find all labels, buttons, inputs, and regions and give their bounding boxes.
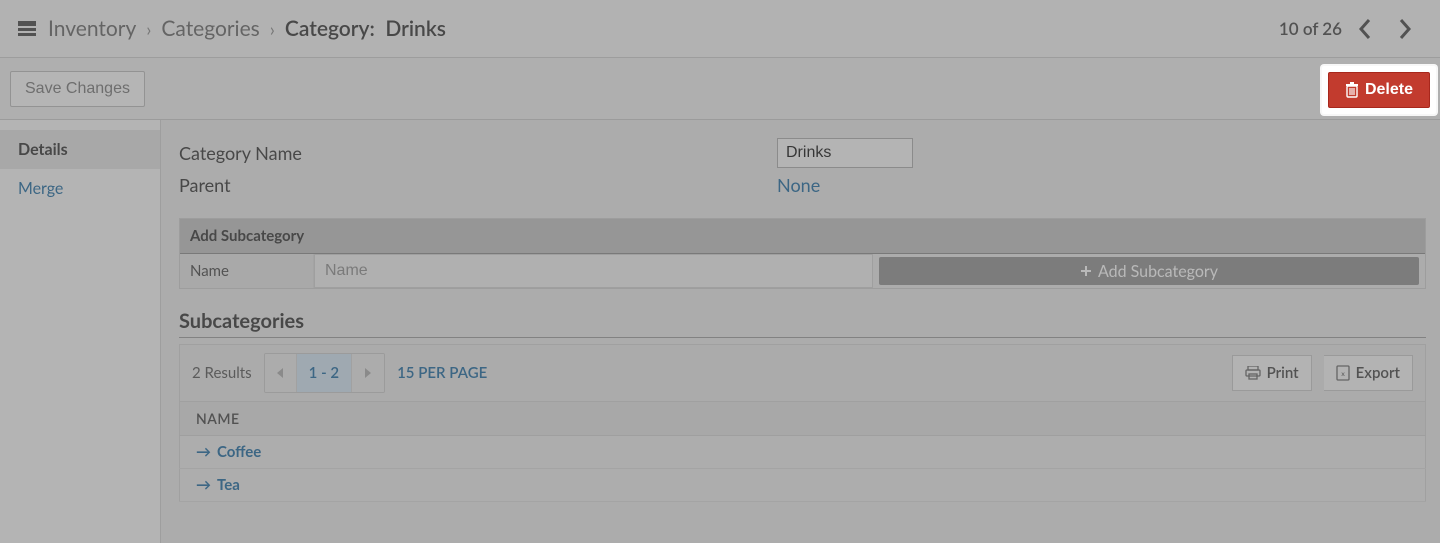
subcategory-name: Tea: [217, 476, 240, 494]
category-name-input[interactable]: [777, 138, 913, 168]
next-record-button[interactable]: [1388, 12, 1422, 46]
column-name[interactable]: NAME: [180, 402, 1426, 436]
breadcrumb-current-prefix: Category:: [285, 16, 375, 41]
prev-record-button[interactable]: [1348, 12, 1382, 46]
subcategory-name: Coffee: [217, 443, 261, 461]
content-pane: Category Name Parent None Add Subcategor…: [161, 120, 1440, 543]
chevron-right-icon: ›: [146, 18, 151, 40]
sidebar: Details Merge: [0, 120, 161, 543]
delete-highlight: Delete: [1322, 66, 1436, 114]
breadcrumb-item[interactable]: Categories: [161, 16, 259, 41]
export-icon: x: [1336, 365, 1350, 381]
chevron-right-icon: ›: [270, 18, 275, 40]
svg-text:x: x: [1341, 370, 1345, 378]
app-icon: [18, 20, 36, 38]
subcategories-heading: Subcategories: [179, 309, 1426, 338]
print-button[interactable]: Print: [1232, 355, 1312, 391]
export-label: Export: [1356, 364, 1400, 382]
pager-next[interactable]: [352, 354, 384, 392]
plus-icon: [1080, 265, 1092, 277]
add-subcategory-panel: Add Subcategory Name Add Subcategory: [179, 218, 1426, 289]
action-bar: Save Changes Delete: [0, 58, 1440, 120]
subcategory-link[interactable]: → Tea: [196, 476, 1409, 494]
delete-button[interactable]: Delete: [1328, 72, 1430, 108]
field-parent: Parent None: [179, 174, 1426, 196]
table-row: → Tea: [180, 469, 1426, 502]
arrow-right-icon: →: [196, 443, 211, 461]
subcategory-name-label: Name: [180, 254, 314, 288]
field-category-name: Category Name: [179, 138, 1426, 168]
breadcrumb-bar: Inventory › Categories › Category: Drink…: [0, 0, 1440, 58]
subcategory-table: NAME → Coffee → Tea: [179, 401, 1426, 502]
per-page-link[interactable]: 15 PER PAGE: [397, 364, 487, 382]
add-subcategory-label: Add Subcategory: [1098, 262, 1218, 281]
parent-label: Parent: [179, 174, 777, 196]
subcategory-toolbar: 2 Results 1 - 2 15 PER PAGE Print: [179, 344, 1426, 401]
tab-merge[interactable]: Merge: [0, 169, 160, 208]
parent-value-link[interactable]: None: [777, 174, 820, 196]
pager-prev[interactable]: [265, 354, 297, 392]
main-area: Details Merge Category Name Parent None …: [0, 120, 1440, 543]
subcategory-link[interactable]: → Coffee: [196, 443, 1409, 461]
print-label: Print: [1267, 364, 1299, 382]
save-button[interactable]: Save Changes: [10, 71, 145, 107]
add-subcategory-button[interactable]: Add Subcategory: [879, 257, 1419, 285]
trash-icon: [1345, 82, 1359, 98]
category-name-label: Category Name: [179, 142, 777, 164]
pager-range[interactable]: 1 - 2: [297, 354, 352, 392]
breadcrumb-current: Category: Drinks: [285, 16, 446, 41]
delete-label: Delete: [1365, 81, 1413, 99]
breadcrumb-current-value: Drinks: [385, 16, 446, 41]
pager: 1 - 2: [264, 353, 385, 393]
subcategory-name-input[interactable]: [314, 254, 873, 288]
breadcrumb-item[interactable]: Inventory: [48, 16, 136, 41]
arrow-right-icon: →: [196, 476, 211, 494]
record-counter: 10 of 26: [1279, 18, 1342, 39]
results-count: 2 Results: [192, 364, 252, 382]
table-row: → Coffee: [180, 436, 1426, 469]
export-button[interactable]: x Export: [1324, 355, 1413, 391]
add-subcategory-title: Add Subcategory: [180, 219, 1425, 254]
print-icon: [1245, 366, 1261, 380]
tab-details[interactable]: Details: [0, 130, 160, 169]
